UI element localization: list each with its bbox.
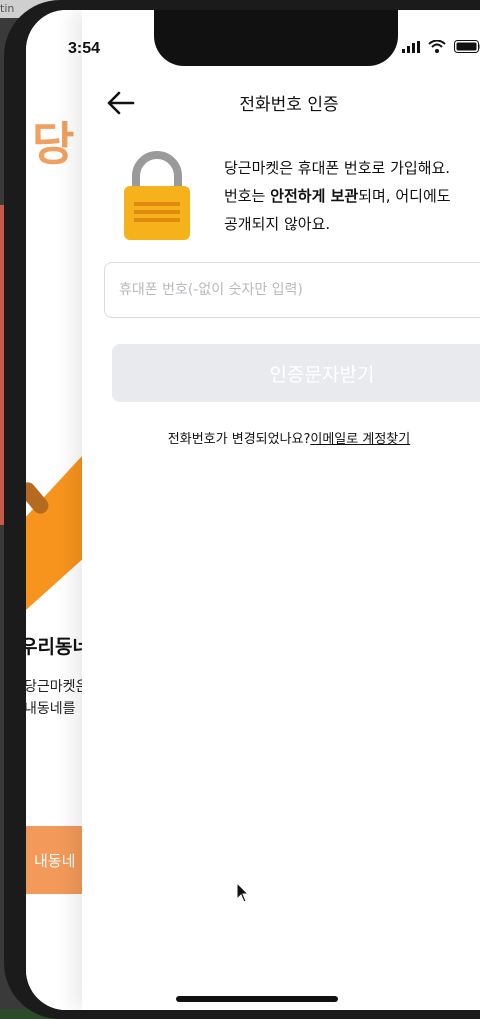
notch [154,10,398,66]
find-account-by-email-link[interactable]: 이메일로 계정찾기 [310,432,410,447]
background-desc-line1: 당근마켓은 [26,679,89,695]
home-indicator[interactable] [176,996,338,1002]
background-start-label: 내동네 [34,852,76,870]
background-heading: 우리동네 [26,636,90,658]
phone-frame: 3:54 당 우리동네 당근마켓은 내동네를 내동네 전화번호 인증 당근마켓은… [4,0,480,1019]
help-text: 전화번호가 변경되었나요?이메일로 계정찾기 [82,428,480,447]
background-title: 당 [32,118,75,170]
intro-line2: 번호는 안전하게 보관되며, 어디에도 [224,182,480,210]
phone-verification-screen: 전화번호 인증 당근마켓은 휴대폰 번호로 가입해요. 번호는 안전하게 보관되… [82,10,480,1010]
battery-icon [454,40,480,53]
signal-icon [402,40,420,53]
send-verification-button[interactable]: 인증문자받기 [112,344,480,402]
intro-line2-bold: 안전하게 보관 [270,187,359,205]
intro-line2-prefix: 번호는 [224,187,271,205]
wifi-icon [428,40,446,53]
intro-line3: 공개되지 않아요. [224,215,331,233]
phone-number-input[interactable] [104,262,480,318]
page-title: 전화번호 인증 [239,95,339,115]
intro-line2-suffix: 되며, 어디에도 [358,187,451,205]
status-time: 3:54 [68,40,101,57]
lock-icon [124,151,190,240]
desktop-corner-text: tin [0,2,15,15]
intro-line1: 당근마켓은 휴대폰 번호로 가입해요. [224,159,451,177]
help-prefix: 전화번호가 변경되었나요? [167,432,311,447]
intro-text: 당근마켓은 휴대폰 번호로 가입해요. 번호는 안전하게 보관되며, 어디에도 … [224,154,480,238]
phone-screen: 3:54 당 우리동네 당근마켓은 내동네를 내동네 전화번호 인증 당근마켓은… [26,10,480,1010]
status-icons [402,40,480,53]
mouse-pointer-icon [236,882,250,903]
background-desc-line2: 내동네를 [26,701,76,717]
